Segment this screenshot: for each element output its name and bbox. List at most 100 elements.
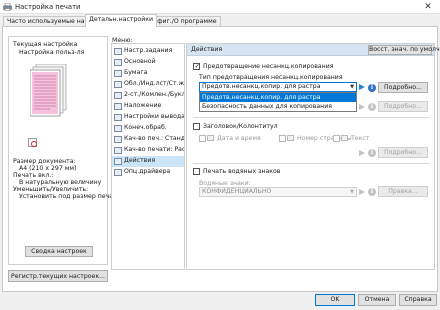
prohibit-icon — [28, 138, 37, 147]
menu-item-icon — [114, 91, 122, 99]
menu-item[interactable]: Бумага — [112, 68, 184, 79]
dropdown-option[interactable]: Предотв.несанкц.копир. для растра — [200, 93, 356, 102]
menu-item-label: Кач-во печ.: Станд. — [124, 135, 184, 142]
watermark-select[interactable]: КОНФИДЕНЦИАЛЬНО ▼ — [199, 187, 357, 197]
watermark-value: КОНФИДЕНЦИАЛЬНО — [202, 188, 272, 195]
menu-item-icon — [114, 157, 122, 165]
menu-item-icon — [114, 58, 122, 66]
copy-protect-label: Предотвращение несанкц.копирования — [203, 63, 334, 70]
menu-item-icon — [114, 69, 122, 77]
info-icon: i — [368, 188, 376, 196]
menu-item-icon — [114, 80, 122, 88]
watermark-edit-button[interactable]: Правка... — [378, 186, 428, 197]
copy-protect-type-label: Тип предотвращения несанкц.копирования — [199, 74, 343, 81]
print-label: Печать вкл.: — [13, 172, 54, 179]
help-button[interactable]: Справка — [399, 294, 437, 306]
cancel-button[interactable]: Отмена — [358, 294, 396, 306]
menu-item-label: 2-ст./Комлен./Буклет — [124, 91, 184, 98]
header-footer-details-button[interactable]: Подробно... — [378, 147, 428, 158]
page-number-icon — [287, 135, 294, 141]
reduce-label: Уменьшить/Увеличить: — [13, 186, 89, 193]
copy-protect-checkbox[interactable] — [193, 62, 200, 70]
calendar-icon — [207, 135, 214, 141]
copy-protect-details-button-2[interactable]: Подробно... — [378, 101, 428, 112]
play-icon — [359, 84, 365, 90]
menu-item[interactable]: Конеч.обраб. — [112, 123, 184, 134]
menu-list[interactable]: Настр.задания Основной Бумага Обл./Инд.лст/… — [111, 43, 185, 270]
page-preview — [30, 64, 67, 117]
header-footer-checkbox[interactable] — [193, 123, 200, 130]
ok-button[interactable]: OK — [315, 294, 355, 306]
chevron-down-icon: ▼ — [350, 189, 354, 195]
menu-item[interactable]: Обл./Инд.лст/Ст.жрк — [112, 79, 184, 90]
watermark-checkbox[interactable] — [193, 168, 200, 175]
menu-item-label: Настр.задания — [124, 47, 173, 54]
menu-item-icon — [114, 168, 122, 176]
menu-item[interactable]: Наложение — [112, 101, 184, 112]
menu-item-label: Обл./Инд.лст/Ст.жрк — [124, 80, 184, 87]
watermark-sub-label: Водяные знаки: — [199, 180, 251, 187]
copy-protect-details-button[interactable]: Подробно... — [378, 82, 428, 93]
menu-item[interactable]: Кач-во печати: Расш. — [112, 145, 184, 156]
menu-item-icon — [114, 113, 122, 121]
play-icon — [359, 104, 365, 110]
menu-item[interactable]: Действия — [112, 156, 184, 167]
actions-title: Действия — [191, 46, 223, 53]
print-value: В натуральную величину — [19, 179, 102, 186]
info-icon: i — [368, 103, 376, 111]
menu-item-label: Конеч.обраб. — [124, 124, 167, 131]
actions-header: Действия Восст. знач. по умолч. — [187, 44, 440, 56]
current-setting-panel: Текущая настройка Настройка польз-ля Раз… — [8, 36, 117, 265]
dialog-footer: OK Отмена Справка — [0, 292, 440, 310]
menu-item-label: Действия — [124, 157, 156, 164]
info-icon[interactable]: i — [368, 84, 376, 92]
doc-size-value: A4 (210 x 297 мм) — [19, 165, 77, 172]
menu-item[interactable]: Настр.задания — [112, 46, 184, 57]
copy-protect-type-dropdown: Предотв.несанкц.копир. для растра Безопа… — [199, 92, 357, 112]
menu-item-label: Кач-во печати: Расш. — [124, 146, 184, 153]
menu-item-label: Настройки вывода — [124, 113, 184, 120]
text-checkbox[interactable] — [333, 135, 340, 142]
menu-item[interactable]: Кач-во печ.: Станд. — [112, 134, 184, 145]
info-icon: i — [368, 149, 376, 157]
header-footer-label: Заголовок/Колонтитул — [203, 123, 278, 130]
dropdown-option[interactable]: Безопасность данных для копирования — [200, 102, 356, 111]
restore-defaults-button[interactable]: Восст. знач. по умолч. — [368, 45, 440, 55]
printer-icon — [3, 3, 12, 11]
reduce-value: Установить под размер печат — [19, 193, 117, 200]
date-time-label: Дата и время — [217, 135, 261, 142]
menu-item[interactable]: Опц.драйвера — [112, 167, 184, 178]
window-title: Настройка печати — [15, 3, 81, 11]
page-number-checkbox[interactable] — [279, 135, 286, 142]
chevron-down-icon: ▼ — [350, 84, 354, 90]
current-setting-name: Настройка польз-ля — [19, 49, 85, 56]
menu-item-icon — [114, 135, 122, 143]
title-bar: Настройка печати ✕ — [0, 0, 440, 14]
settings-summary-button[interactable]: Сводка настроек — [25, 246, 93, 257]
text-icon — [341, 135, 348, 141]
play-icon — [359, 189, 365, 195]
menu-item[interactable]: 2-ст./Комлен./Буклет — [112, 90, 184, 101]
menu-item-icon — [114, 146, 122, 154]
menu-item-label: Бумага — [124, 69, 148, 76]
current-setting-heading: Текущая настройка — [13, 41, 78, 48]
play-icon — [359, 150, 365, 156]
copy-protect-type-select[interactable]: Предотв.несанкц.копир. для растра ▼ — [199, 82, 357, 92]
tab-detailed-settings[interactable]: Детальн.настройки — [85, 14, 157, 27]
watermark-label: Печать водяных знаков — [203, 168, 281, 175]
date-time-checkbox[interactable] — [199, 135, 206, 142]
menu-item-label: Опц.драйвера — [124, 168, 171, 175]
close-icon[interactable]: ✕ — [419, 1, 437, 13]
menu-item-label: Наложение — [124, 102, 162, 109]
register-current-settings-button[interactable]: Регистр.текущих настроек... — [8, 270, 108, 282]
menu-item-label: Основной — [124, 58, 156, 65]
menu-item[interactable]: Настройки вывода — [112, 112, 184, 123]
menu-item[interactable]: Основной — [112, 57, 184, 68]
divider — [193, 117, 430, 118]
doc-size-label: Размер документа: — [13, 158, 76, 165]
menu-item-icon — [114, 47, 122, 55]
menu-item-icon — [114, 102, 122, 110]
divider — [193, 163, 430, 164]
text-label: Текст — [351, 135, 370, 142]
menu-item-icon — [114, 124, 122, 132]
